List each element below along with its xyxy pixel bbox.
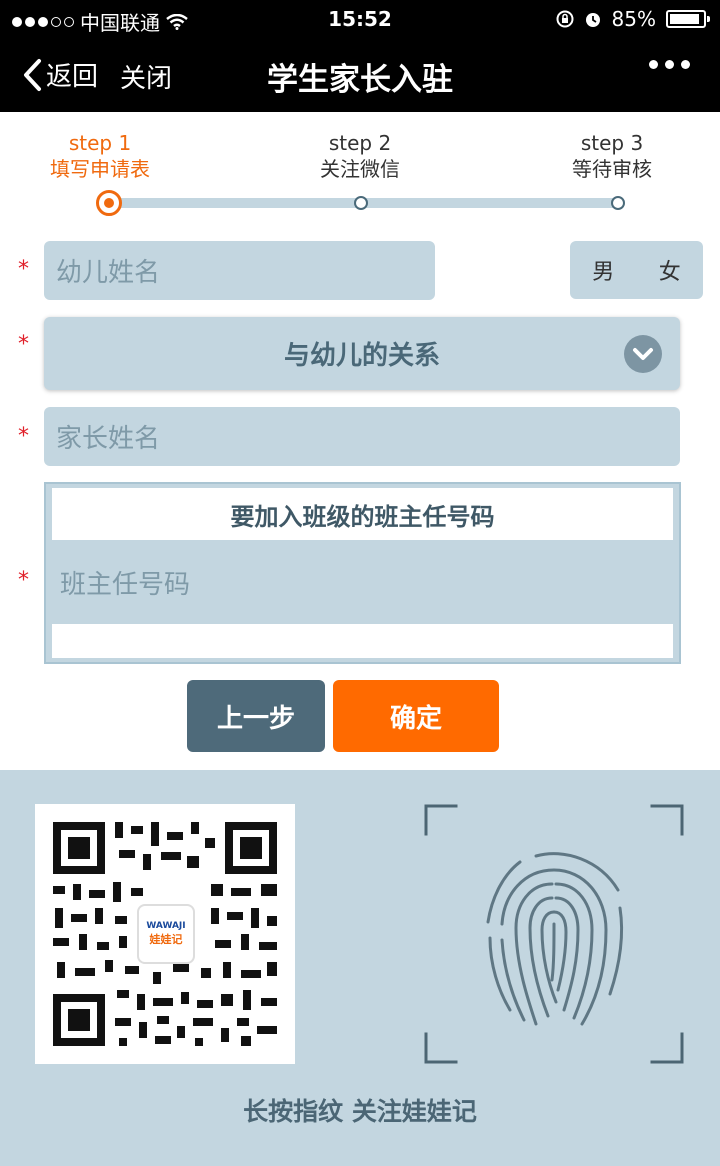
step-2-number: step 2 [328, 131, 392, 155]
follow-panel: WAWAJI 娃娃记 长按指纹 关注娃娃记 [0, 770, 720, 1166]
close-button[interactable]: 关闭 [120, 58, 172, 95]
step-3-number: step 3 [580, 131, 644, 155]
chevron-left-icon [24, 58, 41, 91]
follow-hint: 长按指纹 关注娃娃记 [243, 1097, 477, 1126]
parent-name-placeholder: 家长姓名 [56, 424, 161, 454]
required-mark: * [18, 424, 29, 449]
nav-bar: 返回 关闭 学生家长入驻 [0, 38, 720, 112]
qr-code[interactable]: WAWAJI 娃娃记 [35, 804, 295, 1064]
step-2-label: 关注微信 [320, 157, 400, 181]
confirm-button[interactable]: 确定 [333, 680, 499, 752]
step-3-node [611, 196, 625, 210]
step-3-label: 等待审核 [572, 157, 652, 181]
battery-percent: 85% [611, 7, 656, 31]
gender-male-option[interactable]: 男 [592, 254, 614, 286]
fingerprint-icon [424, 804, 684, 1064]
page-title: 学生家长入驻 [267, 62, 453, 98]
status-right: 85% [556, 7, 710, 31]
step-3: step 3 等待审核 [542, 130, 682, 182]
back-label: 返回 [46, 62, 99, 92]
parent-name-input[interactable]: 家长姓名 [44, 407, 680, 466]
more-icon[interactable] [649, 60, 690, 69]
rotation-lock-icon [556, 10, 574, 28]
qr-logo-latin: WAWAJI [146, 921, 186, 931]
prev-step-button[interactable]: 上一步 [187, 680, 325, 752]
gender-female-option[interactable]: 女 [659, 254, 681, 286]
status-bar: 中国联通 15:52 85% [0, 0, 720, 38]
teacher-section: 要加入班级的班主任号码 班主任号码 [44, 482, 681, 664]
gender-toggle[interactable]: 男 女 [570, 241, 703, 299]
child-name-input[interactable]: 幼儿姓名 [44, 241, 435, 300]
step-1-node [96, 190, 122, 216]
required-mark: * [18, 332, 29, 357]
required-mark: * [18, 257, 29, 282]
child-name-placeholder: 幼儿姓名 [56, 258, 161, 288]
step-2-node [354, 196, 368, 210]
step-1-label: 填写申请表 [50, 157, 150, 181]
battery-icon [666, 10, 710, 28]
chevron-down-icon [624, 335, 662, 373]
step-1: step 1 填写申请表 [30, 130, 170, 182]
alarm-icon [585, 13, 600, 27]
required-mark: * [18, 568, 29, 593]
teacher-section-title: 要加入班级的班主任号码 [52, 488, 673, 540]
relation-select[interactable]: 与幼儿的关系 [44, 317, 680, 390]
step-1-number: step 1 [68, 131, 132, 155]
back-button[interactable]: 返回 [22, 56, 98, 93]
relation-select-value: 与幼儿的关系 [283, 341, 440, 371]
qr-brand-logo: WAWAJI 娃娃记 [137, 904, 195, 964]
step-progress: step 1 填写申请表 step 2 关注微信 step 3 等待审核 [0, 112, 720, 222]
teacher-phone-input[interactable]: 班主任号码 [60, 564, 190, 601]
step-2: step 2 关注微信 [290, 130, 430, 182]
teacher-section-footer [52, 624, 673, 658]
fingerprint-scanner[interactable] [424, 804, 684, 1064]
qr-logo-cn: 娃娃记 [149, 933, 183, 946]
